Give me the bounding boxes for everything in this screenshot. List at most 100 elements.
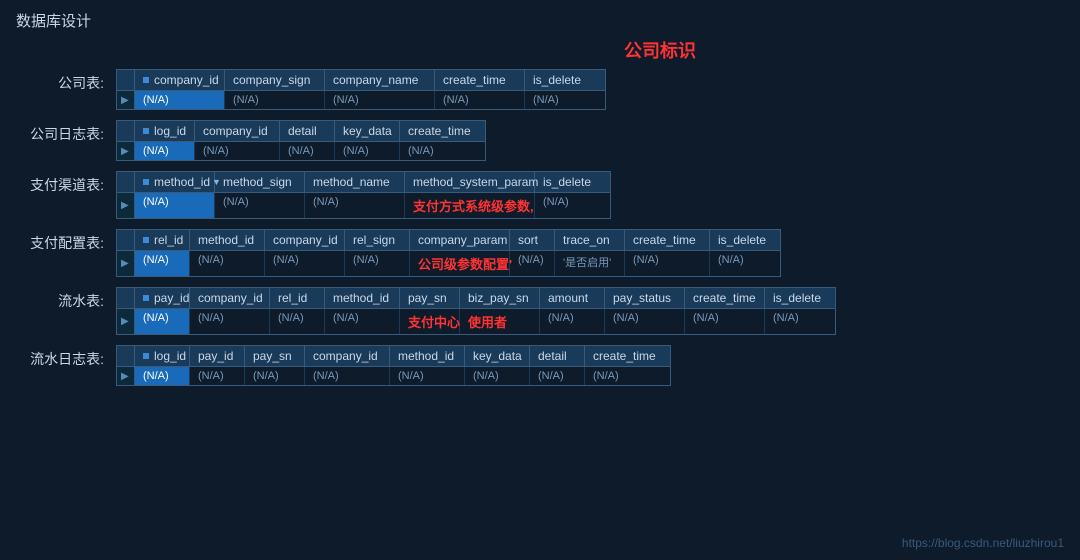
db-col-header: create_time — [585, 346, 670, 366]
db-cell: (N/A) — [305, 367, 390, 385]
db-cell: (N/A) — [135, 367, 190, 385]
db-cell: (N/A) — [465, 367, 530, 385]
row-expand-arrow[interactable]: ▶ — [117, 367, 135, 385]
db-cell: (N/A) — [135, 251, 190, 276]
db-table-data-row: ▶(N/A)(N/A)(N/A)(N/A)(N/A) — [117, 91, 605, 109]
db-table-data-row: ▶(N/A)(N/A)(N/A)(N/A)公司级参数配置'(N/A)'是否启用'… — [117, 251, 780, 276]
db-col-header: rel_id — [270, 288, 325, 308]
db-col-header: amount — [540, 288, 605, 308]
row-expand-arrow[interactable]: ▶ — [117, 142, 135, 160]
table-row-item: 流水表:pay_idcompany_idrel_idmethod_idpay_s… — [16, 287, 1064, 335]
watermark: https://blog.csdn.net/liuzhirou1 — [902, 536, 1064, 550]
db-cell: (N/A) — [540, 309, 605, 334]
db-cell: (N/A) — [280, 142, 335, 160]
db-table-header: rel_idmethod_idcompany_idrel_signcompany… — [117, 230, 780, 251]
db-cell: 支付中心 — [400, 309, 460, 334]
page-title: 数据库设计 — [0, 0, 1080, 37]
table-row-item: 支付渠道表:method_id▼method_signmethod_nameme… — [16, 171, 1064, 219]
tables-container: 公司表:company_idcompany_signcompany_namecr… — [16, 69, 1064, 386]
table-label: 公司日志表: — [16, 120, 116, 144]
db-col-header: is_delete — [535, 172, 610, 192]
db-table: pay_idcompany_idrel_idmethod_idpay_snbiz… — [116, 287, 836, 335]
db-col-header: is_delete — [710, 230, 780, 250]
db-col-header: create_time — [685, 288, 765, 308]
row-expand-arrow[interactable]: ▶ — [117, 193, 135, 218]
db-cell: (N/A) — [435, 91, 525, 109]
db-cell: (N/A) — [525, 91, 605, 109]
db-col-header: is_delete — [525, 70, 605, 90]
db-col-header: trace_on — [555, 230, 625, 250]
db-cell: (N/A) — [345, 251, 410, 276]
db-cell: (N/A) — [765, 309, 835, 334]
db-cell: (N/A) — [135, 142, 195, 160]
db-cell: (N/A) — [305, 193, 405, 218]
db-cell: 公司级参数配置' — [410, 251, 510, 276]
db-col-header: method_name — [305, 172, 405, 192]
db-table-header: pay_idcompany_idrel_idmethod_idpay_snbiz… — [117, 288, 835, 309]
db-table: rel_idmethod_idcompany_idrel_signcompany… — [116, 229, 781, 277]
db-col-header: pay_sn — [245, 346, 305, 366]
db-table: company_idcompany_signcompany_namecreate… — [116, 69, 606, 110]
db-cell: (N/A) — [190, 309, 270, 334]
db-cell: (N/A) — [605, 309, 685, 334]
db-col-header: detail — [530, 346, 585, 366]
db-col-header: rel_id — [135, 230, 190, 250]
db-col-header: pay_sn — [400, 288, 460, 308]
db-cell: (N/A) — [710, 251, 780, 276]
db-col-header: log_id — [135, 346, 190, 366]
db-col-header: company_name — [325, 70, 435, 90]
db-cell: (N/A) — [325, 91, 435, 109]
db-cell: (N/A) — [190, 251, 265, 276]
db-table-data-row: ▶(N/A)(N/A)(N/A)(N/A)(N/A) — [117, 142, 485, 160]
db-col-header: key_data — [335, 121, 400, 141]
table-row-item: 公司表:company_idcompany_signcompany_namecr… — [16, 69, 1064, 110]
db-cell: (N/A) — [510, 251, 555, 276]
db-col-header: create_time — [625, 230, 710, 250]
db-cell: (N/A) — [190, 367, 245, 385]
db-cell: (N/A) — [530, 367, 585, 385]
db-col-header: company_sign — [225, 70, 325, 90]
db-col-header: sort — [510, 230, 555, 250]
db-col-header: method_system_param — [405, 172, 535, 192]
db-cell: (N/A) — [335, 142, 400, 160]
db-col-header: pay_status — [605, 288, 685, 308]
db-col-header: method_sign — [215, 172, 305, 192]
db-cell: '是否启用' — [555, 251, 625, 276]
db-col-header: log_id — [135, 121, 195, 141]
db-cell: (N/A) — [400, 142, 485, 160]
table-label: 支付配置表: — [16, 229, 116, 253]
db-col-header: company_id — [135, 70, 225, 90]
row-expand-arrow[interactable]: ▶ — [117, 309, 135, 334]
row-expand-arrow[interactable]: ▶ — [117, 91, 135, 109]
db-cell: (N/A) — [325, 309, 400, 334]
db-col-header: method_id▼ — [135, 172, 215, 192]
company-sign-label: 公司标识 — [240, 37, 1080, 63]
table-label: 支付渠道表: — [16, 171, 116, 195]
db-col-header: company_id — [305, 346, 390, 366]
db-cell: (N/A) — [685, 309, 765, 334]
db-cell: (N/A) — [195, 142, 280, 160]
db-col-header: method_id — [390, 346, 465, 366]
db-cell: (N/A) — [585, 367, 670, 385]
db-table-header: method_id▼method_signmethod_namemethod_s… — [117, 172, 610, 193]
db-col-header: create_time — [435, 70, 525, 90]
table-label: 公司表: — [16, 69, 116, 93]
db-cell: (N/A) — [265, 251, 345, 276]
db-col-header: company_id — [265, 230, 345, 250]
db-col-header: is_delete — [765, 288, 835, 308]
db-col-header: method_id — [325, 288, 400, 308]
db-table-data-row: ▶(N/A)(N/A)(N/A)(N/A)(N/A)(N/A)(N/A)(N/A… — [117, 367, 670, 385]
table-row-item: 支付配置表:rel_idmethod_idcompany_idrel_signc… — [16, 229, 1064, 277]
db-cell: (N/A) — [225, 91, 325, 109]
db-table: log_idpay_idpay_sncompany_idmethod_idkey… — [116, 345, 671, 386]
table-label: 流水表: — [16, 287, 116, 311]
db-col-header: company_id — [195, 121, 280, 141]
db-cell: 支付方式系统级参数, — [405, 193, 535, 218]
db-cell: (N/A) — [215, 193, 305, 218]
db-col-header: company_param — [410, 230, 510, 250]
db-cell: (N/A) — [625, 251, 710, 276]
db-table-data-row: ▶(N/A)(N/A)(N/A)(N/A)支付中心使用者(N/A)(N/A)(N… — [117, 309, 835, 334]
db-col-header: detail — [280, 121, 335, 141]
row-expand-arrow[interactable]: ▶ — [117, 251, 135, 276]
table-label: 流水日志表: — [16, 345, 116, 369]
